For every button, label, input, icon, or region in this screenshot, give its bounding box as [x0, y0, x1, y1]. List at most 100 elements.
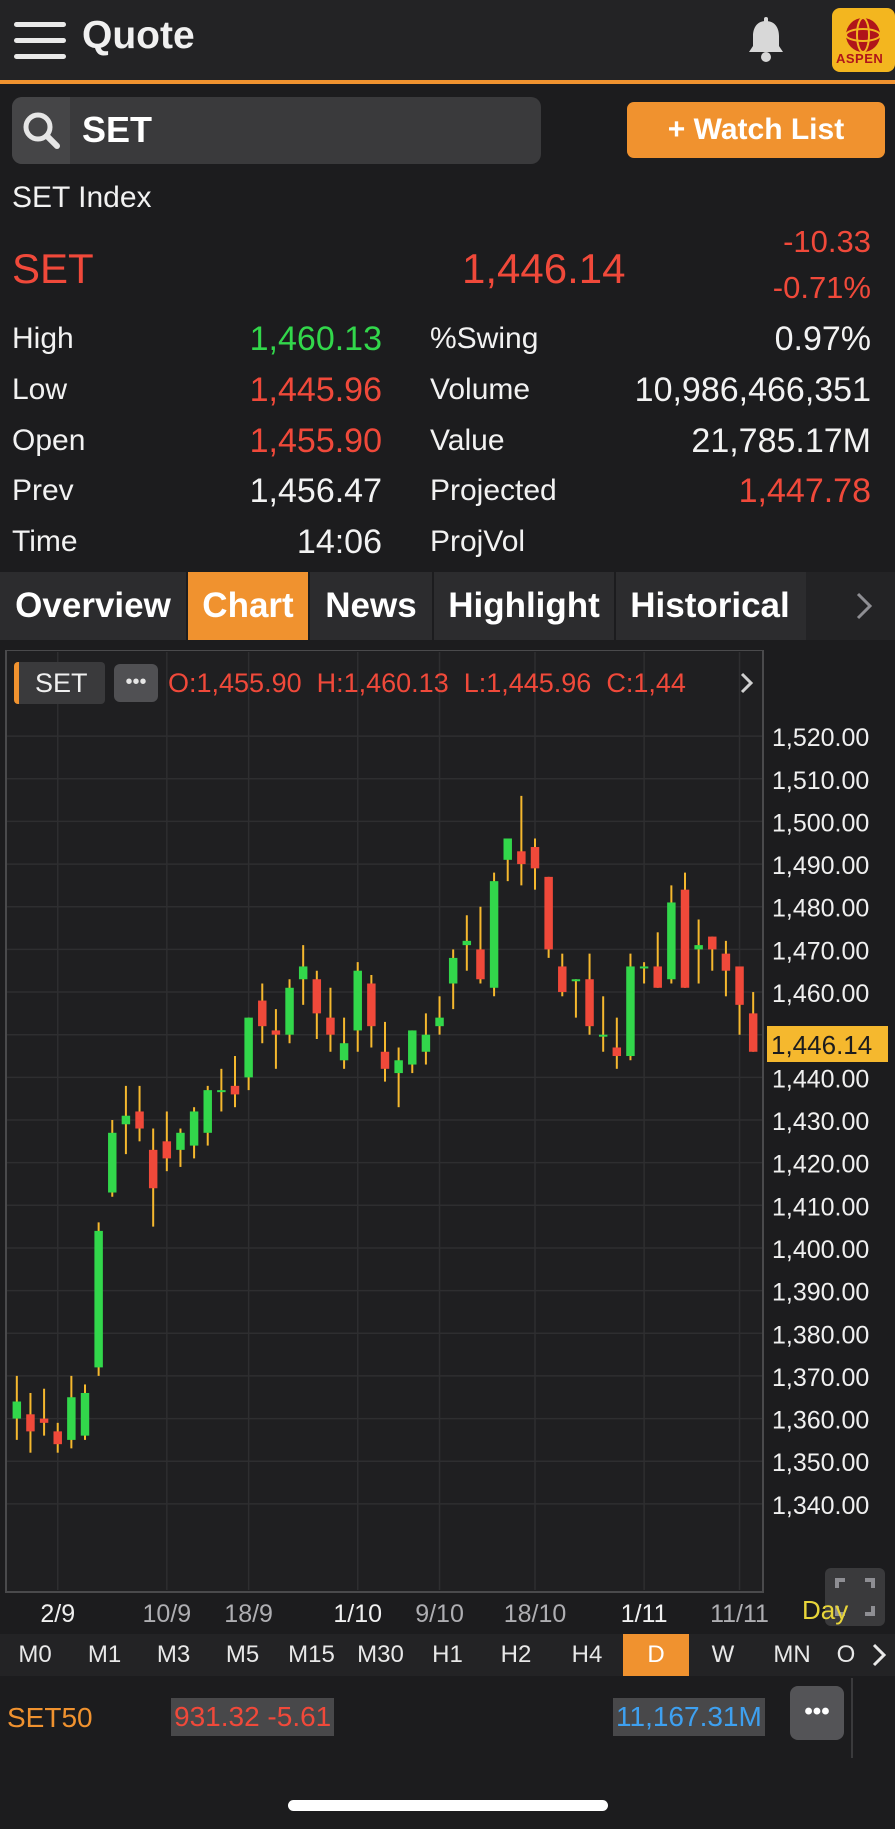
swing-label: %Swing — [430, 322, 539, 355]
ticker-price-change: 931.32 -5.61 — [171, 1698, 335, 1736]
open-label: Open — [12, 424, 86, 457]
timeframe-h4[interactable]: H4 — [552, 1634, 622, 1676]
legend-symbol-label: SET — [35, 668, 88, 698]
price-change: -10.33 — [783, 224, 871, 259]
ticker-bar[interactable]: SET50 931.32 -5.61 11,167.31M ••• — [0, 1678, 895, 1758]
add-watchlist-button[interactable]: + Watch List — [627, 102, 885, 158]
y-tick-label: 1,400.00 — [772, 1236, 869, 1264]
timeframe-m1[interactable]: M1 — [70, 1634, 139, 1676]
open-value: 1,455.90 — [249, 422, 382, 460]
x-tick-label: 1/10 — [333, 1600, 382, 1628]
legend-more-button[interactable]: ••• — [114, 664, 158, 702]
ticker-more-button[interactable]: ••• — [790, 1686, 844, 1740]
volume-label: Volume — [430, 373, 531, 406]
timeframe-selector: M0 M1 M3 M5 M15 M30 H1 H2 H4 D W MN O — [0, 1634, 895, 1676]
legend-ohlc: O:1,455.90 H:1,460.13 L:1,445.96 C:1,44 — [168, 668, 686, 698]
y-tick-label: 1,490.00 — [772, 852, 869, 880]
timeframe-m0[interactable]: M0 — [0, 1634, 70, 1676]
x-tick-label: 1/11 — [621, 1600, 668, 1628]
y-tick-label: 1,520.00 — [772, 724, 869, 752]
high-value: 1,460.13 — [249, 320, 382, 358]
security-name: SET Index — [12, 181, 152, 214]
search-icon[interactable] — [12, 97, 70, 164]
candlestick-chart[interactable]: 1,520.00 1,510.00 1,500.00 1,490.00 1,480.00… — [0, 650, 895, 1635]
value-value: 21,785.17M — [691, 422, 871, 460]
x-tick-label: 9/10 — [415, 1600, 464, 1628]
aspen-logo[interactable]: ASPEN — [832, 8, 895, 72]
last-price: 1,446.14 — [462, 245, 626, 292]
projected-label: Projected — [430, 474, 557, 507]
ticker-value: 11,167.31M — [613, 1698, 765, 1736]
logo-label: ASPEN — [836, 51, 884, 66]
tab-overview[interactable]: Overview — [0, 572, 186, 640]
y-tick-label: 1,410.00 — [772, 1193, 869, 1221]
x-tick-label: 18/10 — [504, 1600, 567, 1628]
y-tick-label: 1,350.00 — [772, 1449, 869, 1477]
timeframe-m5[interactable]: M5 — [208, 1634, 277, 1676]
y-tick-label: 1,420.00 — [772, 1151, 869, 1179]
timeframe-w[interactable]: W — [690, 1634, 756, 1676]
timeframe-m30[interactable]: M30 — [346, 1634, 415, 1676]
candle — [544, 876, 553, 958]
quote-symbol: SET — [12, 245, 94, 292]
candle — [626, 953, 635, 1061]
low-label: Low — [12, 373, 68, 406]
candle — [285, 979, 294, 1044]
tab-highlight[interactable]: Highlight — [434, 572, 614, 640]
timeframe-m3[interactable]: M3 — [139, 1634, 208, 1676]
legend-symbol[interactable]: SET — [14, 662, 105, 704]
candle — [94, 1222, 103, 1376]
time-label: Time — [12, 525, 78, 558]
percent-change: -0.71% — [772, 270, 871, 305]
ticker-symbol[interactable]: SET50 — [7, 1702, 93, 1734]
tab-historical[interactable]: Historical — [616, 572, 804, 640]
tab-news[interactable]: News — [310, 572, 432, 640]
chart-legend: SET ••• O:1,455.90 H:1,460.13 L:1,445.96… — [14, 662, 758, 704]
timeframe-d[interactable]: D — [623, 1634, 689, 1676]
timeframe-h2[interactable]: H2 — [480, 1634, 552, 1676]
y-tick-label: 1,500.00 — [772, 809, 869, 837]
menu-icon[interactable] — [0, 0, 76, 80]
y-tick-label: 1,390.00 — [772, 1279, 869, 1307]
symbol-search[interactable]: SET — [12, 97, 541, 164]
y-tick-label: 1,440.00 — [772, 1065, 869, 1093]
timeframe-next-icon[interactable] — [864, 1634, 895, 1676]
swing-value: 0.97% — [774, 320, 871, 358]
prev-value: 1,456.47 — [249, 472, 382, 510]
low-value: 1,445.96 — [249, 371, 382, 409]
tabs-scroll-right-icon[interactable] — [806, 572, 895, 640]
x-tick-label: 11/11 — [710, 1600, 769, 1628]
legend-next-icon[interactable] — [734, 662, 758, 704]
candle — [680, 872, 690, 988]
y-tick-label: 1,480.00 — [772, 895, 869, 923]
x-tick-label: 10/9 — [142, 1600, 191, 1628]
search-input[interactable]: SET — [82, 109, 152, 151]
y-tick-label: 1,510.00 — [772, 767, 869, 795]
home-indicator — [288, 1800, 608, 1811]
value-label: Value — [430, 424, 505, 457]
y-tick-label: 1,360.00 — [772, 1407, 869, 1435]
timeframe-more[interactable]: O — [828, 1634, 864, 1676]
candle — [489, 872, 499, 997]
timeframe-h1[interactable]: H1 — [415, 1634, 480, 1676]
tab-bar: Overview Chart News Highlight Historical — [0, 572, 895, 640]
timeframe-mn[interactable]: MN — [756, 1634, 828, 1676]
projvol-label: ProjVol — [430, 525, 526, 558]
tab-chart[interactable]: Chart — [188, 572, 308, 640]
period-label: Day — [802, 1595, 849, 1625]
timeframe-m15[interactable]: M15 — [277, 1634, 346, 1676]
y-tick-label: 1,340.00 — [772, 1492, 869, 1520]
y-tick-label: 1,370.00 — [772, 1364, 869, 1392]
current-price-tag: 1,446.14 — [767, 1026, 888, 1062]
high-label: High — [12, 322, 74, 355]
bell-icon[interactable] — [744, 16, 788, 64]
y-tick-label: 1,470.00 — [772, 937, 869, 965]
y-tick-label: 1,430.00 — [772, 1108, 869, 1136]
price-chart[interactable]: 1,520.00 1,510.00 1,500.00 1,490.00 1,480.00… — [0, 650, 895, 1635]
prev-label: Prev — [12, 474, 74, 507]
projected-value: 1,447.78 — [738, 472, 871, 510]
y-tick-label: 1,380.00 — [772, 1321, 869, 1349]
x-tick-label: 18/9 — [224, 1600, 273, 1628]
page-title: Quote — [82, 14, 195, 57]
y-tick-label: 1,460.00 — [772, 980, 869, 1008]
